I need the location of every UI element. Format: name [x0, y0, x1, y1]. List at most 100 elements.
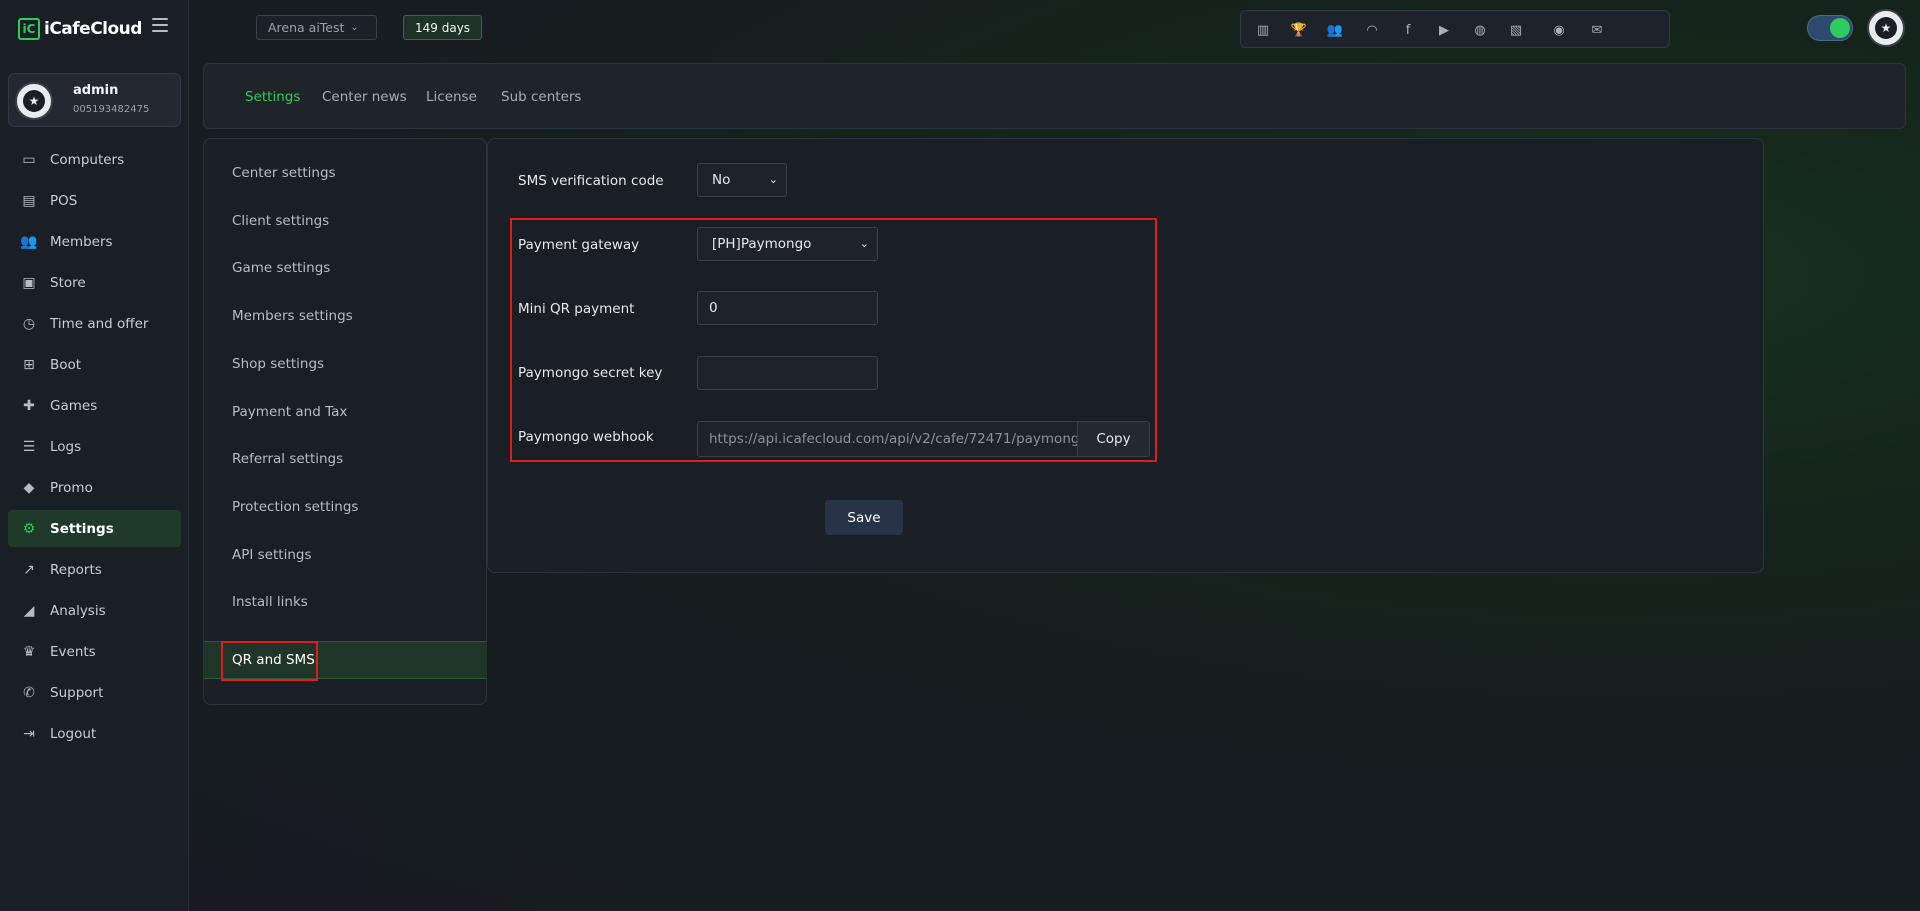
payment-gateway-select[interactable]: [PH]Paymongo ⌄ — [697, 227, 878, 261]
globe-icon[interactable]: ◍ — [1471, 21, 1489, 39]
sms-verification-value: No — [712, 172, 731, 188]
chevron-down-icon: ⌄ — [768, 173, 778, 186]
mail-icon[interactable]: ✉ — [1588, 21, 1606, 39]
mini-qr-input[interactable]: 0 — [697, 291, 878, 325]
license-days-badge: 149 days — [403, 15, 483, 40]
tab-settings[interactable]: Settings — [245, 89, 300, 105]
payment-gateway-label: Payment gateway — [518, 237, 640, 253]
top-avatar[interactable]: ★ — [1867, 9, 1905, 47]
sidebar-item-members[interactable]: 👥 Members — [8, 223, 181, 260]
copy-button[interactable]: Copy — [1077, 422, 1149, 456]
logout-icon: ⇥ — [23, 725, 35, 742]
settings-menu-members-settings[interactable]: Members settings — [204, 297, 487, 335]
rss-icon[interactable]: ◠ — [1363, 21, 1381, 39]
sidebar-item-pos[interactable]: ▤ POS — [8, 182, 181, 219]
sidebar-item-label: Events — [50, 643, 96, 660]
paymongo-webhook-field: https://api.icafecloud.com/api/v2/cafe/7… — [697, 421, 1150, 457]
settings-menu-label: Center settings — [232, 165, 336, 181]
hamburger-menu-icon[interactable] — [152, 18, 168, 32]
sidebar-item-label: POS — [50, 192, 78, 209]
sidebar-item-label: Reports — [50, 561, 102, 578]
gear-icon: ⚙ — [22, 520, 36, 537]
highlight-box — [221, 641, 318, 681]
facebook-icon[interactable]: f — [1399, 21, 1417, 39]
settings-menu-label: Shop settings — [232, 356, 325, 372]
settings-menu-referral-settings[interactable]: Referral settings — [204, 440, 487, 478]
settings-menu-label: Game settings — [232, 260, 331, 276]
eye-slash-icon[interactable]: ◉ — [1550, 21, 1568, 39]
save-button[interactable]: Save — [825, 500, 903, 535]
settings-menu-install-links[interactable]: Install links — [204, 583, 487, 621]
sidebar: iC iCafeCloud ★ admin 005193482475 ▭ Comp… — [0, 0, 189, 911]
group-icon[interactable]: 👥 — [1326, 21, 1344, 39]
sidebar-item-analysis[interactable]: ◢ Analysis — [8, 592, 181, 629]
sidebar-item-label: Time and offer — [50, 315, 149, 332]
sidebar-item-support[interactable]: ✆ Support — [8, 674, 181, 711]
leaderboard-icon[interactable]: ▥ — [1254, 21, 1272, 39]
settings-menu-label: Members settings — [232, 308, 353, 324]
monitor-icon: ▭ — [22, 151, 36, 168]
shopping-bag-icon: ▣ — [22, 274, 36, 291]
sidebar-item-time-and-offer[interactable]: ◷ Time and offer — [8, 305, 181, 342]
avatar: ★ — [15, 82, 53, 120]
settings-menu-label: Referral settings — [232, 451, 344, 467]
sidebar-item-events[interactable]: ♛ Events — [8, 633, 181, 670]
center-select[interactable]: Arena aiTest ⌄ — [256, 15, 377, 40]
sidebar-item-logs[interactable]: ☰ Logs — [8, 428, 181, 465]
medal-icon: ★ — [1875, 17, 1897, 39]
sms-verification-select[interactable]: No ⌄ — [697, 163, 787, 197]
settings-menu-label: Protection settings — [232, 499, 359, 515]
tab-center-news[interactable]: Center news — [322, 89, 407, 105]
sidebar-item-label: Logout — [50, 725, 97, 742]
qr-sms-form: SMS verification code No ⌄ Payment gatew… — [487, 138, 1764, 573]
status-toggle[interactable] — [1807, 15, 1853, 41]
tabs-bar: Settings Center news License Sub centers — [203, 63, 1906, 129]
sidebar-item-promo[interactable]: ◆ Promo — [8, 469, 181, 506]
sidebar-item-store[interactable]: ▣ Store — [8, 264, 181, 301]
brand[interactable]: iC iCafeCloud — [18, 16, 142, 42]
sidebar-item-label: Analysis — [50, 602, 106, 619]
trophy-icon[interactable]: 🏆 — [1290, 21, 1308, 39]
mini-qr-label: Mini QR payment — [518, 301, 635, 317]
settings-menu-api-settings[interactable]: API settings — [204, 536, 487, 574]
sidebar-item-label: Games — [50, 397, 98, 414]
settings-menu-game-settings[interactable]: Game settings — [204, 249, 487, 287]
settings-menu-label: Install links — [232, 594, 308, 610]
icafe-logo-icon[interactable]: ▧ — [1507, 21, 1525, 39]
sidebar-item-logout[interactable]: ⇥ Logout — [8, 715, 181, 752]
tab-license[interactable]: License — [426, 89, 477, 105]
paymongo-webhook-input[interactable]: https://api.icafecloud.com/api/v2/cafe/7… — [698, 422, 1077, 456]
medal-icon: ★ — [23, 90, 45, 112]
sidebar-item-boot[interactable]: ⊞ Boot — [8, 346, 181, 383]
settings-menu-label: Client settings — [232, 213, 330, 229]
settings-menu-payment-and-tax[interactable]: Payment and Tax — [204, 393, 487, 431]
gamepad-icon: ✚ — [23, 397, 35, 414]
user-card[interactable]: ★ admin 005193482475 — [8, 73, 181, 127]
paymongo-webhook-label: Paymongo webhook — [518, 429, 654, 445]
phone-icon: ✆ — [23, 684, 35, 701]
users-icon: 👥 — [20, 233, 38, 250]
top-icon-strip: ▥ 🏆 👥 ◠ f ▶ ◍ ▧ ◉ ✉ — [1240, 10, 1670, 48]
toggle-knob — [1830, 18, 1850, 38]
sidebar-item-games[interactable]: ✚ Games — [8, 387, 181, 424]
tab-sub-centers[interactable]: Sub centers — [501, 89, 581, 105]
user-name: admin — [73, 83, 119, 98]
settings-menu-protection-settings[interactable]: Protection settings — [204, 488, 487, 526]
line-chart-icon: ↗ — [23, 561, 35, 578]
youtube-icon[interactable]: ▶ — [1435, 21, 1453, 39]
stopwatch-icon: ◷ — [22, 315, 36, 332]
settings-menu: Center settings Client settings Game setti… — [203, 138, 487, 705]
settings-menu-shop-settings[interactable]: Shop settings — [204, 345, 487, 383]
sidebar-item-computers[interactable]: ▭ Computers — [8, 141, 181, 178]
settings-menu-client-settings[interactable]: Client settings — [204, 202, 487, 240]
settings-menu-center-settings[interactable]: Center settings — [204, 154, 487, 192]
sidebar-item-reports[interactable]: ↗ Reports — [8, 551, 181, 588]
cash-register-icon: ▤ — [22, 192, 36, 209]
settings-menu-qr-and-sms[interactable]: QR and SMS — [204, 641, 487, 681]
user-id: 005193482475 — [73, 104, 150, 115]
sidebar-item-settings[interactable]: ⚙ Settings — [8, 510, 181, 547]
icafecloud-logo-icon: iC — [18, 18, 40, 40]
windows-icon: ⊞ — [23, 356, 35, 373]
sidebar-item-label: Settings — [50, 520, 114, 537]
paymongo-secret-input[interactable] — [697, 356, 878, 390]
